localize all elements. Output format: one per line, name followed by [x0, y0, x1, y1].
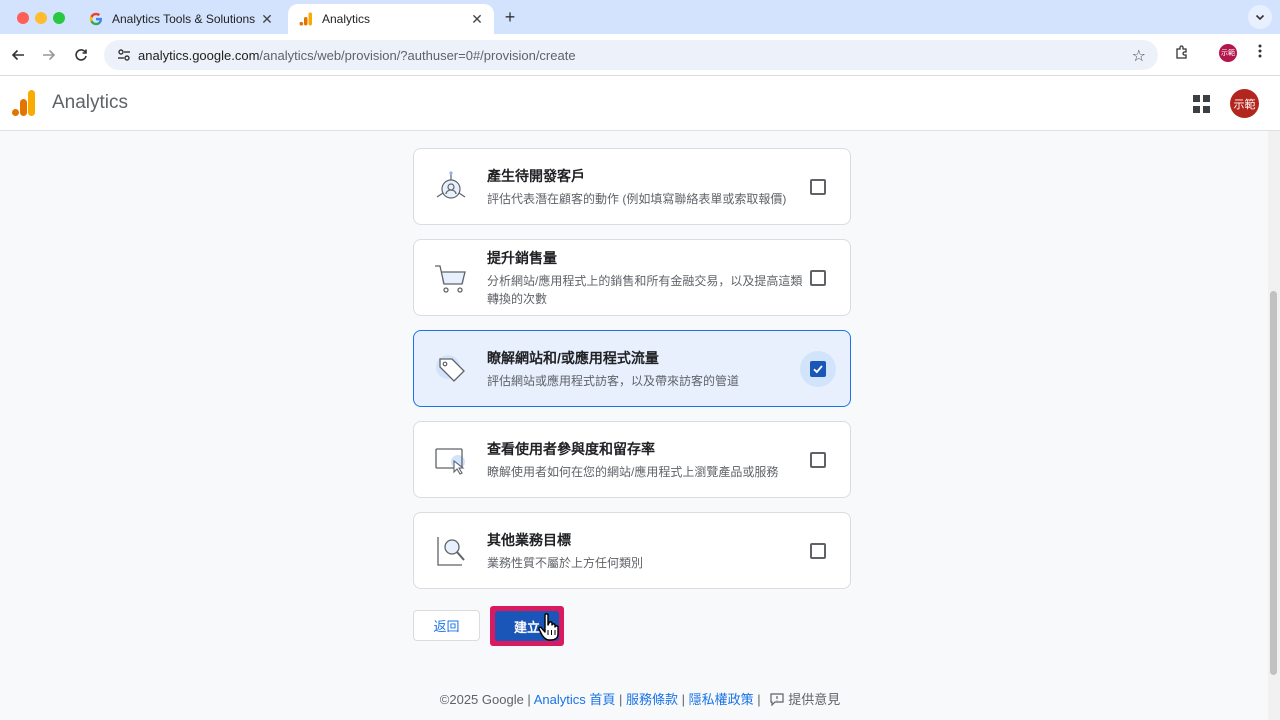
tab-title: Analytics: [322, 12, 371, 26]
objective-card-engagement[interactable]: 查看使用者參與度和留存率 瞭解使用者如何在您的網站/應用程式上瀏覽產品或服務: [413, 421, 851, 498]
objective-card-other[interactable]: 其他業務目標 業務性質不屬於上方任何類別: [413, 512, 851, 589]
objective-title: 提升銷售量: [487, 249, 557, 266]
hand-pointer-icon: [538, 613, 559, 641]
new-tab-button[interactable]: +: [500, 7, 520, 27]
chevron-down-icon: [1255, 14, 1265, 21]
tab-close-icon[interactable]: ✕: [468, 11, 486, 28]
objective-title: 產生待開發客戶: [487, 167, 585, 184]
window-close-button[interactable]: [17, 12, 29, 24]
arrow-right-icon: [43, 49, 56, 61]
url-host: analytics.google.com: [138, 47, 260, 63]
back-nav-button[interactable]: [7, 44, 29, 66]
send-feedback-link[interactable]: 提供意見: [788, 692, 840, 707]
tab-close-icon[interactable]: ✕: [258, 11, 276, 28]
more-vert-icon: [1258, 44, 1262, 58]
objective-title: 查看使用者參與度和留存率: [487, 440, 655, 457]
objective-title: 其他業務目標: [487, 531, 571, 548]
browser-toolbar: analytics.google.com/analytics/web/provi…: [0, 34, 1280, 76]
site-settings-icon[interactable]: [110, 48, 138, 62]
browser-menu-button[interactable]: [1250, 44, 1270, 58]
objective-checkbox[interactable]: [810, 542, 826, 559]
tab-analytics-tools[interactable]: Analytics Tools & Solutions fo ✕: [78, 4, 284, 34]
avatar: 示範: [1219, 44, 1237, 62]
google-g-icon: [88, 11, 104, 27]
tab-search-button[interactable]: [1248, 5, 1272, 29]
shopping-cart-icon: [435, 264, 466, 293]
scrollbar-thumb[interactable]: [1270, 291, 1277, 675]
magnifier-icon: [437, 536, 465, 566]
objective-description: 評估網站或應用程式訪客，以及帶來訪客的管道: [487, 373, 740, 388]
bookmark-star-icon[interactable]: ☆: [1132, 46, 1146, 66]
account-avatar[interactable]: 示範: [1230, 89, 1259, 118]
reload-icon: [75, 49, 87, 61]
page-footer: ©2025 Google | Analytics 首頁 | 服務條款 | 隱私權…: [0, 689, 1280, 708]
objective-checkbox[interactable]: [810, 451, 826, 468]
objective-description: 業務性質不屬於上方任何類別: [487, 555, 644, 570]
objective-card-traffic[interactable]: 瞭解網站和/或應用程式流量 評估網站或應用程式訪客，以及帶來訪客的管道: [413, 330, 851, 407]
objective-title: 瞭解網站和/或應用程式流量: [487, 349, 659, 366]
reload-button[interactable]: [70, 44, 92, 66]
screen-cursor-icon: [435, 447, 465, 475]
objective-description: 瞭解使用者如何在您的網站/應用程式上瀏覽產品或服務: [487, 464, 779, 479]
copyright-text: ©2025 Google |: [439, 692, 534, 707]
url-path: /analytics/web/provision/?authuser=0#/pr…: [259, 47, 576, 63]
analytics-logo-icon: [298, 11, 314, 27]
objective-description: 分析網站/應用程式上的銷售和所有金融交易，以及提高這類轉換的次數: [487, 273, 803, 306]
profile-button[interactable]: 示範: [1218, 44, 1238, 62]
objective-description: 評估代表潛在顧客的動作 (例如填寫聯絡表單或索取報價): [487, 191, 787, 206]
privacy-link[interactable]: 隱私權政策: [689, 692, 754, 707]
apps-grid-icon[interactable]: [1193, 95, 1211, 113]
app-title: Analytics: [52, 92, 129, 113]
checkmark-icon: [813, 364, 823, 373]
forward-nav-button[interactable]: [38, 44, 60, 66]
tag-icon: [436, 354, 465, 382]
app-header: Analytics 示範: [0, 76, 1280, 131]
address-bar[interactable]: analytics.google.com/analytics/web/provi…: [104, 40, 1158, 70]
tab-title: Analytics Tools & Solutions fo: [112, 12, 258, 26]
objective-card-sales[interactable]: 提升銷售量 分析網站/應用程式上的銷售和所有金融交易，以及提高這類轉換的次數: [413, 239, 851, 316]
arrow-left-icon: [11, 49, 24, 61]
browser-tab-bar: Analytics Tools & Solutions fo ✕ Analyti…: [0, 0, 1280, 34]
extensions-button[interactable]: [1172, 44, 1192, 60]
footer-separator: |: [753, 692, 765, 707]
leads-icon: [436, 170, 466, 199]
url-text: analytics.google.com/analytics/web/provi…: [138, 48, 576, 63]
objective-checkbox[interactable]: [810, 360, 826, 377]
terms-link[interactable]: 服務條款: [626, 692, 678, 707]
feedback-icon: [770, 693, 784, 707]
window-maximize-button[interactable]: [53, 12, 65, 24]
objective-checkbox[interactable]: [810, 269, 826, 286]
tab-analytics[interactable]: Analytics ✕: [288, 4, 494, 34]
objective-checkbox[interactable]: [810, 178, 826, 195]
footer-separator: |: [615, 692, 626, 707]
analytics-home-link[interactable]: Analytics 首頁: [534, 692, 616, 707]
objective-card-leads[interactable]: 產生待開發客戶 評估代表潛在顧客的動作 (例如填寫聯絡表單或索取報價): [413, 148, 851, 225]
puzzle-icon: [1176, 45, 1187, 59]
back-button[interactable]: 返回: [413, 610, 480, 641]
window-minimize-button[interactable]: [35, 12, 47, 24]
footer-separator: |: [677, 692, 689, 707]
analytics-logo-icon[interactable]: [12, 90, 36, 116]
